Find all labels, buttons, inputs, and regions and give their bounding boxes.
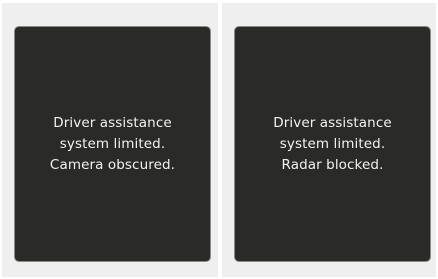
warning-message: Driver assistance system limited. Radar …: [235, 113, 430, 176]
message-line-3: Camera obscured.: [49, 156, 176, 173]
message-line-3: Radar blocked.: [281, 156, 384, 173]
warning-message: Driver assistance system limited. Camera…: [15, 113, 210, 176]
message-line-1: Driver assistance: [53, 114, 172, 131]
left-panel: Driver assistance system limited. Camera…: [2, 3, 218, 277]
message-line-2: system limited.: [279, 135, 386, 152]
message-line-1: Driver assistance: [273, 114, 392, 131]
radar-blocked-display: Driver assistance system limited. Radar …: [234, 26, 431, 262]
camera-obscured-display: Driver assistance system limited. Camera…: [14, 26, 211, 262]
message-line-2: system limited.: [59, 135, 166, 152]
right-panel: Driver assistance system limited. Radar …: [222, 3, 436, 277]
